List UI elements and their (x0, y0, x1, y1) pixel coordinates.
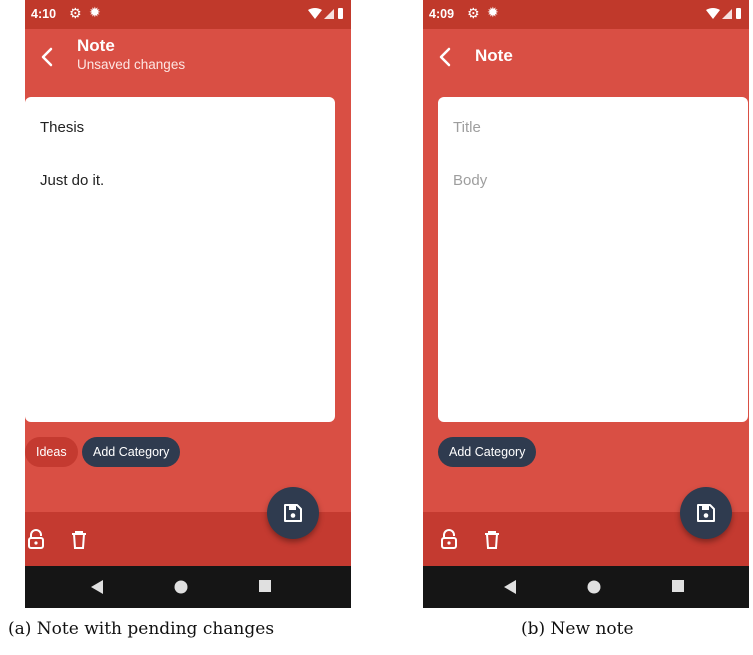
lock-icon (441, 529, 457, 549)
note-title-field[interactable]: Thesis (40, 119, 84, 136)
app-bar-titles: Note Unsaved changes (77, 36, 185, 73)
nav-back-icon (504, 580, 516, 594)
caption-b: (b) New note (521, 619, 634, 639)
nav-back-button[interactable] (503, 579, 517, 600)
phone-screen-new-note: 4:09 ⚙ ✹ Note Title Body Add Category (423, 0, 749, 608)
status-time: 4:10 (31, 7, 57, 21)
system-icons (705, 7, 745, 26)
wifi-icon (308, 8, 322, 19)
trash-icon (72, 531, 86, 549)
nav-back-button[interactable] (90, 579, 104, 600)
nav-home-button[interactable] (173, 579, 189, 600)
page-title: Note (475, 46, 513, 65)
note-editor-card: Thesis Just do it. (25, 97, 335, 422)
gear-icon: ⚙ (69, 5, 82, 21)
app-bar: Note Unsaved changes (25, 29, 351, 86)
nav-recents-button[interactable] (258, 579, 272, 598)
nav-home-icon (174, 580, 188, 594)
save-button[interactable] (267, 487, 319, 539)
app-bar: Note (423, 29, 749, 86)
gear-icon: ⚙ (467, 5, 480, 21)
system-icons (307, 7, 347, 26)
battery-icon (338, 8, 343, 19)
status-bar: 4:10 ⚙ ✹ (25, 0, 351, 29)
trash-icon (485, 531, 499, 549)
note-body-field[interactable]: Body (453, 172, 487, 189)
back-button[interactable] (433, 44, 459, 70)
delete-button[interactable] (68, 528, 90, 550)
status-bar: 4:09 ⚙ ✹ (423, 0, 749, 29)
page-title: Note (77, 36, 115, 55)
lock-button[interactable] (25, 528, 47, 550)
category-chip-ideas[interactable]: Ideas (25, 437, 78, 467)
note-title-field[interactable]: Title (453, 119, 481, 136)
bug-icon: ✹ (487, 4, 499, 20)
lock-button[interactable] (438, 528, 460, 550)
phone-screen-note-pending: 4:10 ⚙ ✹ Note Unsaved changes Thesis Jus… (25, 0, 351, 608)
lock-icon (28, 529, 44, 549)
nav-home-icon (587, 580, 601, 594)
save-icon (697, 504, 715, 522)
system-nav-bar (25, 566, 351, 608)
nav-home-button[interactable] (586, 579, 602, 600)
back-button[interactable] (35, 44, 61, 70)
nav-recents-button[interactable] (671, 579, 685, 598)
nav-recents-icon (259, 580, 271, 592)
chevron-left-icon (439, 47, 451, 67)
save-icon (284, 504, 302, 522)
caption-a: (a) Note with pending changes (8, 619, 275, 639)
nav-back-icon (91, 580, 103, 594)
chevron-left-icon (41, 47, 53, 67)
delete-button[interactable] (481, 528, 503, 550)
battery-icon (736, 8, 741, 19)
system-nav-bar (423, 566, 749, 608)
add-category-button[interactable]: Add Category (438, 437, 537, 467)
add-category-button[interactable]: Add Category (82, 437, 181, 467)
wifi-icon (706, 8, 720, 19)
note-editor-card: Title Body (438, 97, 748, 422)
save-button[interactable] (680, 487, 732, 539)
app-bar-titles: Note (475, 46, 513, 66)
signal-icon (722, 9, 732, 19)
unsaved-status: Unsaved changes (77, 57, 186, 72)
nav-recents-icon (672, 580, 684, 592)
signal-icon (324, 9, 334, 19)
status-time: 4:09 (429, 7, 455, 21)
note-body-field[interactable]: Just do it. (40, 172, 104, 189)
bug-icon: ✹ (89, 4, 101, 20)
